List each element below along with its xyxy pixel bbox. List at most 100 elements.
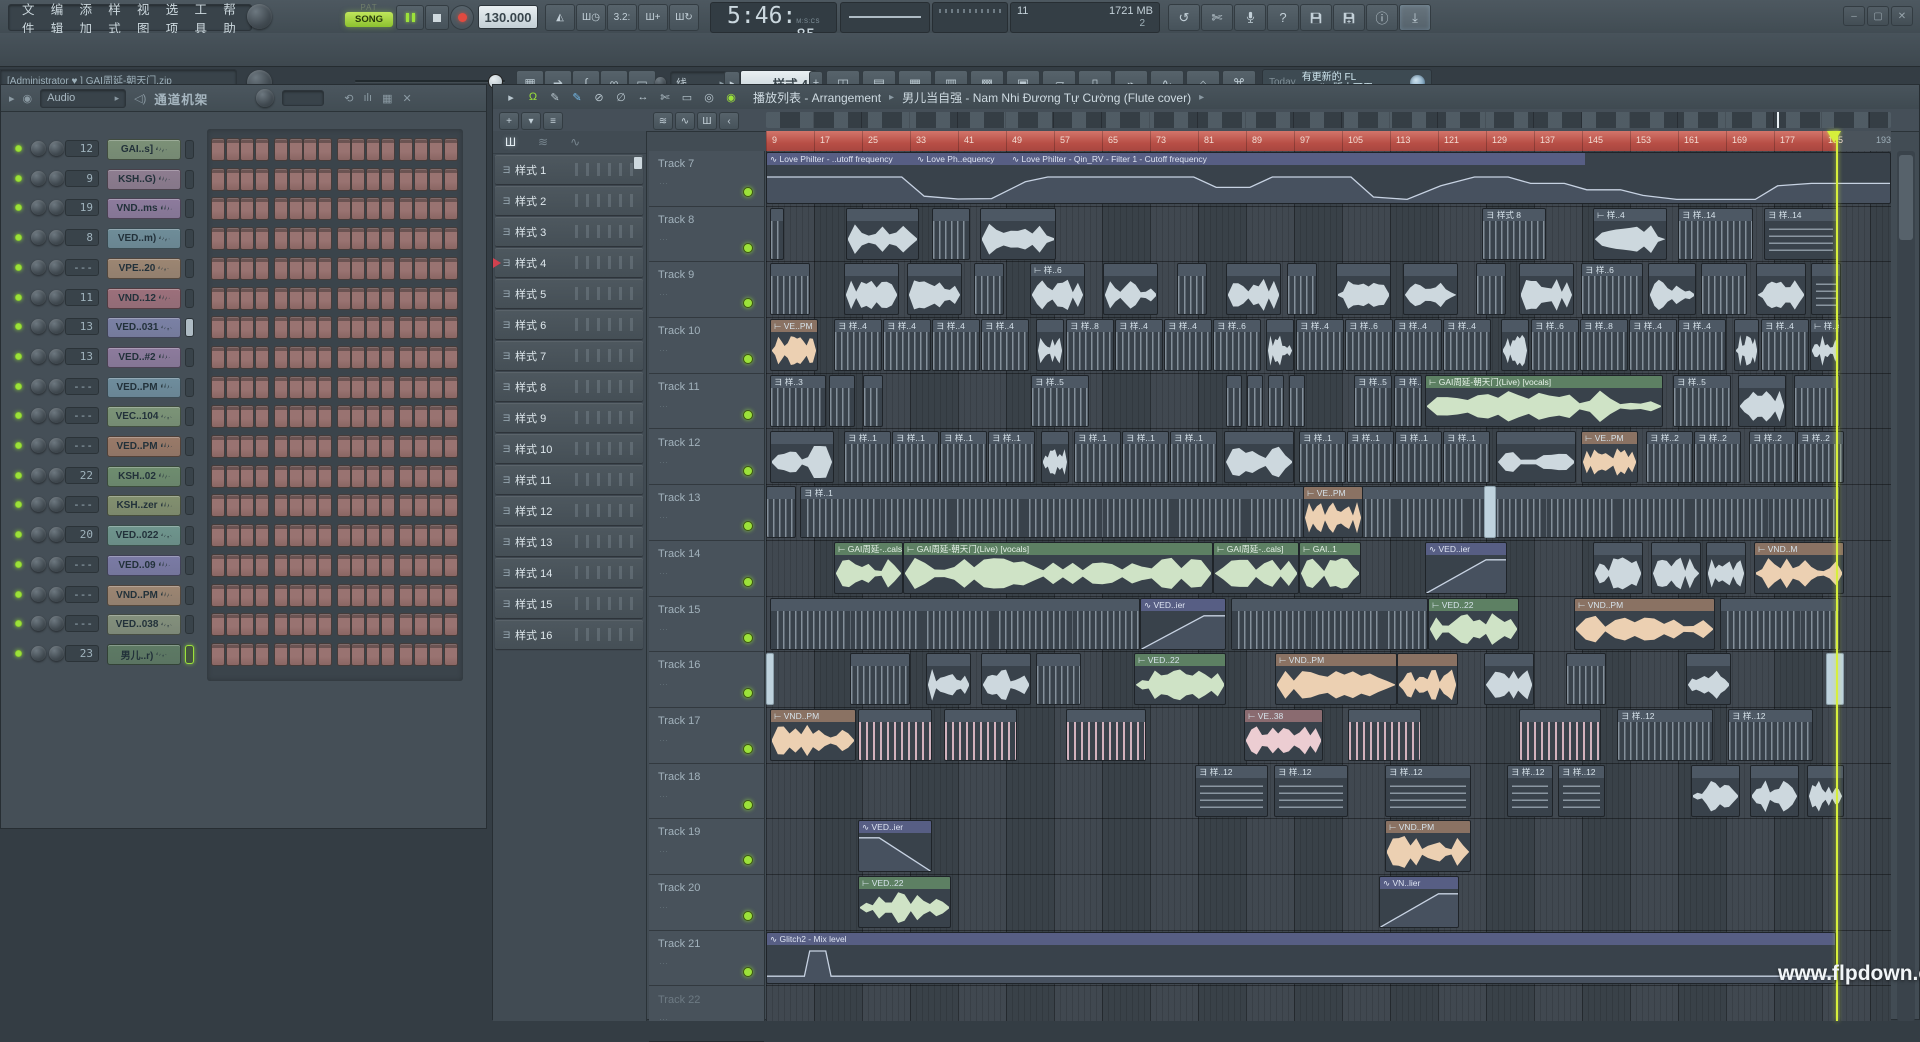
clip[interactable]: [1231, 598, 1428, 650]
step-cell[interactable]: [366, 346, 380, 369]
step-cell[interactable]: [337, 643, 351, 666]
channel-mixer-track-number[interactable]: 23: [65, 645, 99, 662]
cut-icon[interactable]: ✄: [1201, 4, 1233, 31]
step-cell[interactable]: [429, 287, 443, 310]
step-cell[interactable]: [414, 584, 428, 607]
step-cell[interactable]: [399, 613, 413, 636]
step-cell[interactable]: [351, 376, 365, 399]
clip[interactable]: ⊢ VED..22: [858, 876, 951, 928]
step-cell[interactable]: [351, 257, 365, 280]
step-cell[interactable]: [414, 465, 428, 488]
step-cell[interactable]: [337, 405, 351, 428]
channel-mixer-track-number[interactable]: ---: [65, 437, 99, 454]
clip[interactable]: [1403, 263, 1458, 315]
step-cell[interactable]: [381, 257, 395, 280]
clip[interactable]: ヨ 样..1: [1395, 431, 1442, 483]
zoom-tool-icon[interactable]: ◎: [699, 88, 719, 106]
clip[interactable]: [907, 263, 962, 315]
menu-item[interactable]: 样式: [101, 0, 130, 37]
step-cell[interactable]: [366, 613, 380, 636]
clip[interactable]: ⊢ VND..M: [1754, 542, 1844, 594]
pattern-item[interactable]: ヨ样式 15: [495, 589, 643, 618]
step-cell[interactable]: [274, 257, 288, 280]
channel-mute-led[interactable]: [15, 442, 22, 449]
channel-mixer-track-number[interactable]: 19: [65, 199, 99, 216]
clip[interactable]: [1397, 653, 1458, 705]
channel-pan-knob[interactable]: [31, 646, 46, 661]
menu-item[interactable]: 文件: [15, 0, 44, 37]
step-cell[interactable]: [318, 524, 332, 547]
track-lane[interactable]: ∿ VED..ier⊢ VND..PM: [766, 819, 1891, 875]
track-name[interactable]: Track 18: [658, 771, 700, 783]
step-cell[interactable]: [211, 346, 225, 369]
step-cell[interactable]: [289, 257, 303, 280]
step-cell[interactable]: [444, 316, 458, 339]
clip[interactable]: ヨ 样式 8: [1482, 208, 1546, 260]
step-cell[interactable]: [444, 287, 458, 310]
step-cell[interactable]: [414, 643, 428, 666]
step-cell[interactable]: [351, 197, 365, 220]
channel-name-button[interactable]: VED..022: [107, 525, 181, 546]
step-cell[interactable]: [289, 554, 303, 577]
track-name[interactable]: Track 21: [658, 938, 700, 950]
step-cell[interactable]: [399, 168, 413, 191]
step-cell[interactable]: [318, 465, 332, 488]
channel-name-button[interactable]: VND..PM: [107, 585, 181, 606]
clip[interactable]: [1701, 263, 1747, 315]
clip[interactable]: ⊢ VED..22: [1134, 653, 1226, 705]
step-cell[interactable]: [429, 554, 443, 577]
step-cell[interactable]: [381, 465, 395, 488]
step-cell[interactable]: [414, 227, 428, 250]
channel-volume-knob[interactable]: [49, 200, 64, 215]
channel-pan-knob[interactable]: [31, 230, 46, 245]
step-cell[interactable]: [444, 465, 458, 488]
step-cell[interactable]: [381, 168, 395, 191]
about-icon[interactable]: ⓘ: [1366, 4, 1398, 31]
clip[interactable]: [1566, 653, 1606, 705]
channel-name-button[interactable]: VED..038: [107, 614, 181, 635]
channel-mixer-track-number[interactable]: 8: [65, 229, 99, 246]
tab-audio[interactable]: ≋: [538, 135, 548, 149]
channel-volume-knob[interactable]: [49, 587, 64, 602]
channel-mute-led[interactable]: [15, 501, 22, 508]
channel-pan-knob[interactable]: [31, 200, 46, 215]
channel-pan-knob[interactable]: [31, 587, 46, 602]
clip[interactable]: [944, 709, 1017, 761]
step-cell[interactable]: [226, 257, 240, 280]
track-header[interactable]: Track 19⋯: [649, 819, 764, 875]
track-lane[interactable]: ヨ 样..1⊢ VE..PM: [766, 485, 1891, 541]
channel-selector[interactable]: [185, 645, 194, 664]
step-cell[interactable]: [211, 584, 225, 607]
step-cell[interactable]: [399, 465, 413, 488]
clip[interactable]: ヨ 样..4: [883, 319, 931, 371]
step-cell[interactable]: [240, 168, 254, 191]
rack-menu-icon[interactable]: ◉: [23, 92, 33, 105]
track-header[interactable]: Track 22⋯: [649, 987, 764, 1042]
clip[interactable]: ∿ Love Philter - ..utoff frequency∿ Love…: [766, 152, 1891, 204]
step-cell[interactable]: [318, 435, 332, 458]
pattern-item[interactable]: ヨ样式 9: [495, 403, 643, 432]
step-cell[interactable]: [255, 643, 269, 666]
step-cell[interactable]: [414, 554, 428, 577]
step-cell[interactable]: [240, 643, 254, 666]
step-cell[interactable]: [414, 435, 428, 458]
clip[interactable]: ∿ Glitch2 - Mix level: [766, 932, 1836, 984]
track-lane[interactable]: ⊢ GAI周延-..cals]⊢ GAI周延-朝天门(Live) [vocals…: [766, 541, 1891, 597]
step-cell[interactable]: [255, 316, 269, 339]
step-cell[interactable]: [444, 257, 458, 280]
channel-pan-knob[interactable]: [31, 260, 46, 275]
step-cell[interactable]: [274, 584, 288, 607]
step-cell[interactable]: [444, 405, 458, 428]
step-cell[interactable]: [226, 584, 240, 607]
channel-group-selector[interactable]: Audio ▸: [40, 89, 126, 108]
song-end-marker[interactable]: [1827, 131, 1841, 143]
channel-mixer-track-number[interactable]: 12: [65, 140, 99, 157]
channel-mixer-track-number[interactable]: 20: [65, 526, 99, 543]
clip[interactable]: [1103, 263, 1158, 315]
step-cell[interactable]: [351, 584, 365, 607]
pat-song-switch[interactable]: PAT SONG: [345, 3, 393, 30]
clip[interactable]: ∿ VED..ier: [1140, 598, 1226, 650]
track-record-led[interactable]: [743, 911, 753, 921]
track-record-led[interactable]: [743, 354, 753, 364]
step-cell[interactable]: [240, 584, 254, 607]
